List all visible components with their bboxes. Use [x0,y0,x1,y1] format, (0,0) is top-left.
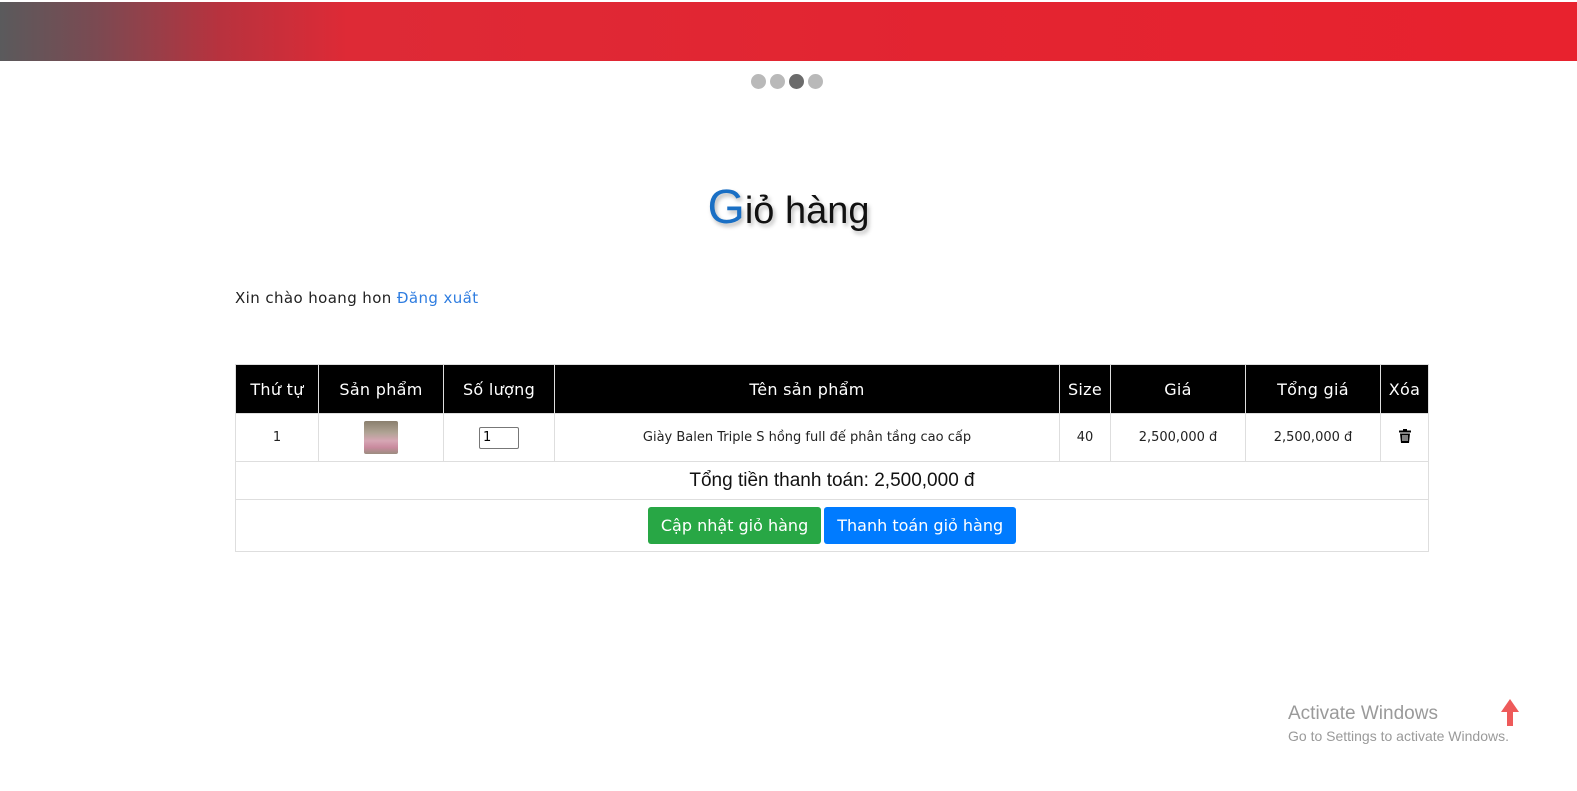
table-row: 1 Giày Balen Triple S hồng full đế phân … [235,413,1429,462]
col-header-order: Thứ tự [235,364,319,414]
col-header-quantity: Số lượng [443,364,555,414]
page-title-rest: iỏ hàng [744,190,870,232]
checkout-button[interactable]: Thanh toán giỏ hàng [824,507,1017,544]
trash-icon[interactable] [1398,428,1411,447]
user-greeting: Xin chào hoang hon Đăng xuất [235,289,479,307]
col-header-product: Sản phẩm [318,364,444,414]
update-cart-button[interactable]: Cập nhật giỏ hàng [647,507,822,544]
product-thumbnail[interactable] [364,421,398,454]
col-header-total: Tổng giá [1245,364,1381,414]
actions-cell: Cập nhật giỏ hàng Thanh toán giỏ hàng [235,499,1429,552]
carousel-dot-3[interactable] [789,74,804,89]
row-size: 40 [1059,413,1111,462]
carousel-indicators [751,74,823,89]
col-header-name: Tên sản phẩm [554,364,1060,414]
page-title: Giỏ hàng [0,180,1577,235]
row-delete-cell [1380,413,1429,462]
trash-icon-glyph [1398,429,1411,443]
row-index: 1 [235,413,319,462]
col-header-delete: Xóa [1380,364,1429,414]
header-banner [0,2,1577,61]
scroll-to-top-button[interactable] [1500,699,1520,727]
greeting-text: Xin chào hoang hon [235,289,392,307]
row-product-name: Giày Balen Triple S hồng full đế phân tầ… [554,413,1060,462]
row-price: 2,500,000 đ [1110,413,1246,462]
cart-table: Thứ tự Sản phẩm Số lượng Tên sản phẩm Si… [235,364,1429,552]
row-quantity-cell [443,413,555,462]
cart-header-row: Thứ tự Sản phẩm Số lượng Tên sản phẩm Si… [235,364,1429,414]
row-total: 2,500,000 đ [1245,413,1381,462]
grand-total-row: Tổng tiền thanh toán: 2,500,000 đ [235,461,1429,500]
windows-activation-watermark: Activate Windows Go to Settings to activ… [1288,703,1509,744]
logout-link[interactable]: Đăng xuất [397,289,479,307]
grand-total: Tổng tiền thanh toán: 2,500,000 đ [235,461,1429,500]
row-product-cell [318,413,444,462]
page-title-initial: G [707,181,745,234]
quantity-input[interactable] [479,426,519,449]
carousel-dot-4[interactable] [808,74,823,89]
col-header-size: Size [1059,364,1111,414]
carousel-dot-2[interactable] [770,74,785,89]
col-header-price: Giá [1110,364,1246,414]
watermark-line-2: Go to Settings to activate Windows. [1288,728,1509,744]
carousel-dot-1[interactable] [751,74,766,89]
arrow-up-icon [1501,699,1519,726]
watermark-line-1: Activate Windows [1288,703,1438,724]
actions-row: Cập nhật giỏ hàng Thanh toán giỏ hàng [235,499,1429,552]
